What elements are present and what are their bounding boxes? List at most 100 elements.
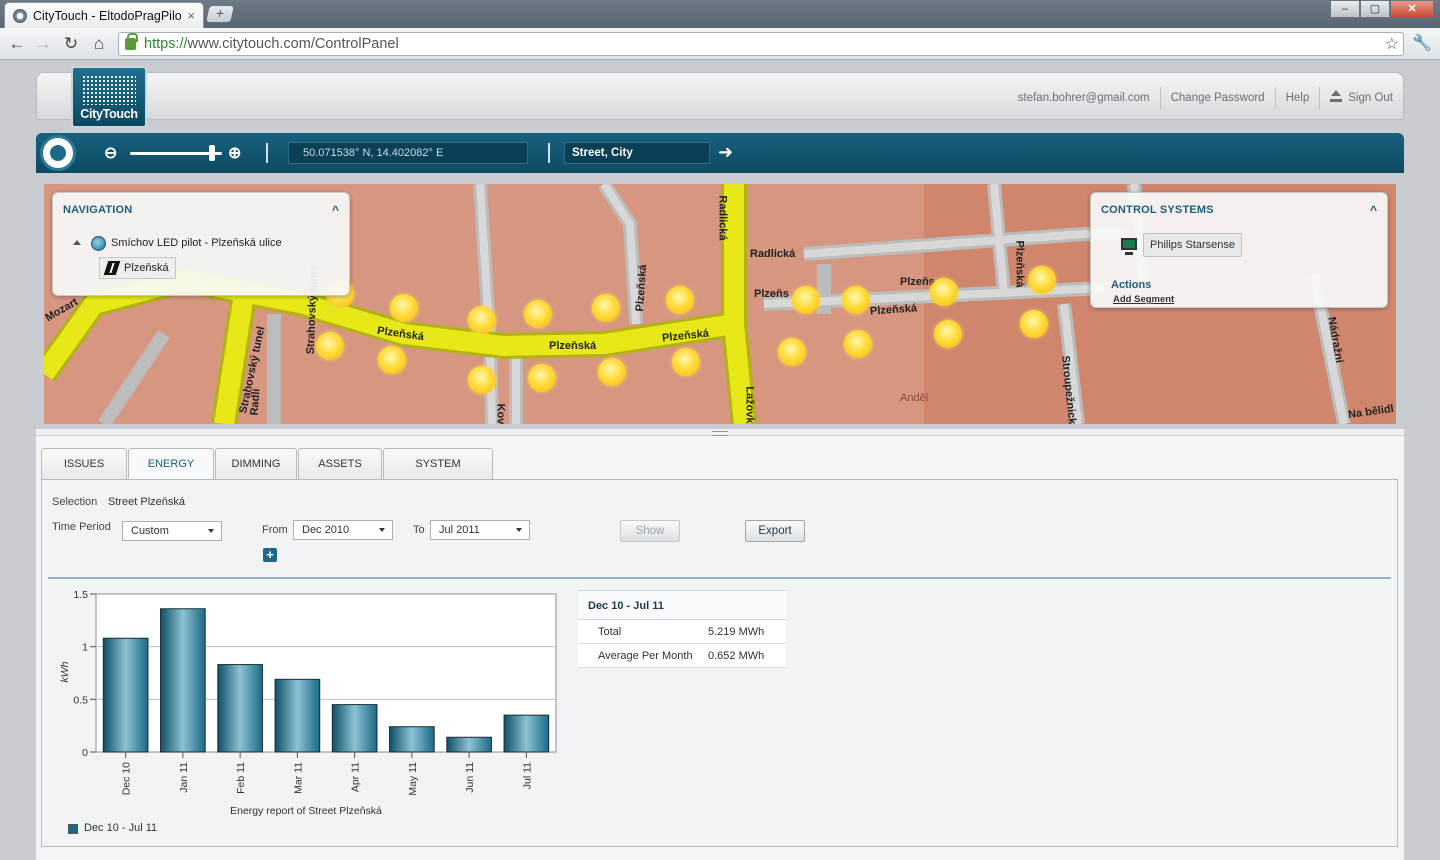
- time-period-label: Time Period: [52, 521, 111, 533]
- street-lamp-marker[interactable]: [378, 346, 406, 374]
- chart-bar[interactable]: [503, 714, 550, 753]
- panel-resize-handle[interactable]: [36, 428, 1404, 436]
- time-period-select[interactable]: Custom: [122, 521, 222, 541]
- monitor-icon: [1121, 238, 1137, 255]
- chart-bar[interactable]: [389, 726, 435, 753]
- zoom-in-icon[interactable]: ⊕: [228, 143, 241, 163]
- street-label: Plzeňská: [1013, 240, 1026, 288]
- from-date-value: Dec 2010: [302, 524, 350, 536]
- browser-tab[interactable]: CityTouch - EltodoPragPilo ×: [4, 2, 204, 28]
- chart-bar[interactable]: [160, 608, 206, 753]
- reload-icon[interactable]: ↻: [60, 33, 82, 55]
- pan-control-icon[interactable]: [40, 135, 76, 171]
- street-lamp-marker[interactable]: [468, 306, 496, 334]
- navigation-panel: NAVIGATION ^ Smíchov LED pilot - Plzeňsk…: [52, 192, 350, 296]
- street-lamp-marker[interactable]: [592, 294, 620, 322]
- sign-out-link[interactable]: Sign Out: [1319, 87, 1403, 109]
- address-bar[interactable]: https://www.citytouch.com/ControlPanel ☆: [118, 32, 1404, 56]
- zoom-slider[interactable]: [130, 145, 222, 161]
- street-label: Kov: [494, 403, 507, 424]
- tab-system-activity[interactable]: SYSTEM ACTIVITY: [383, 448, 493, 501]
- street-lamp-marker[interactable]: [1020, 310, 1048, 338]
- summary-row-value: 5.219 MWh: [708, 626, 765, 638]
- location-search-input[interactable]: Street, City: [564, 142, 710, 164]
- x-tick-label: Dec 10: [121, 762, 133, 795]
- street-lamp-marker[interactable]: [598, 358, 626, 386]
- chart-bar[interactable]: [274, 678, 321, 753]
- street-lamp-marker[interactable]: [930, 278, 958, 306]
- street-lamp-marker[interactable]: [666, 286, 694, 314]
- browser-tabstrip: CityTouch - EltodoPragPilo × + ‒ ▢ ✕: [0, 0, 1440, 28]
- forward-icon[interactable]: →: [32, 33, 54, 55]
- tab-dimming[interactable]: DIMMING: [215, 448, 297, 480]
- navigation-collapse-icon[interactable]: ^: [332, 203, 339, 217]
- tab-issues[interactable]: ISSUES: [41, 448, 127, 480]
- y-tick-label: 0.5: [73, 694, 88, 706]
- sign-out-icon: [1330, 90, 1343, 102]
- map-view[interactable]: Plzeňská Plzeňská Plzeňská Plzeňs Plzeňs…: [44, 184, 1396, 424]
- selection-label: Selection: [52, 496, 98, 508]
- street-lamp-marker[interactable]: [390, 294, 418, 322]
- street-label: Radlická: [750, 248, 796, 260]
- from-label: From: [262, 524, 288, 536]
- street-lamp-marker[interactable]: [842, 286, 870, 314]
- street-lamp-marker[interactable]: [316, 332, 344, 360]
- tree-expand-icon[interactable]: [73, 240, 81, 245]
- street-lamp-marker[interactable]: [778, 338, 806, 366]
- add-segment-link[interactable]: Add Segment: [1113, 294, 1174, 305]
- url-path: www.citytouch.com/ControlPanel: [187, 36, 399, 52]
- toolbar-divider: [548, 143, 550, 163]
- control-system-item[interactable]: Philips Starsense: [1143, 233, 1242, 257]
- chart-bar[interactable]: [217, 664, 263, 753]
- energy-summary-table: Dec 10 - Jul 11 Total 5.219 MWh Average …: [578, 590, 786, 668]
- app-header: CityTouch stefan.bohrer@gmail.com Change…: [36, 66, 1404, 128]
- tab-assets[interactable]: ASSETS: [298, 448, 382, 480]
- street-lamp-marker[interactable]: [524, 300, 552, 328]
- x-tick-label: Feb 11: [235, 762, 247, 794]
- show-button[interactable]: Show: [620, 520, 680, 542]
- to-date-select[interactable]: Jul 2011: [430, 520, 530, 540]
- home-icon[interactable]: ⌂: [88, 33, 110, 55]
- back-icon[interactable]: ←: [6, 33, 28, 55]
- citytouch-logo[interactable]: CityTouch: [71, 66, 147, 128]
- chart-bar[interactable]: [446, 736, 492, 753]
- summary-row-value: 0.652 MWh: [708, 650, 765, 662]
- add-range-icon[interactable]: +: [263, 548, 277, 562]
- street-lamp-marker[interactable]: [844, 330, 872, 358]
- user-links: stefan.bohrer@gmail.com Change Password …: [1008, 87, 1403, 109]
- tab-energy[interactable]: ENERGY: [128, 448, 214, 481]
- chart-bar[interactable]: [331, 704, 378, 753]
- export-button[interactable]: Export: [745, 520, 805, 542]
- bookmark-star-icon[interactable]: ☆: [1385, 34, 1399, 54]
- coordinates-field[interactable]: 50.071538° N, 14.402082° E: [288, 142, 528, 164]
- window-close-button[interactable]: ✕: [1390, 0, 1434, 18]
- chart-bar[interactable]: [102, 637, 149, 753]
- street-lamp-marker[interactable]: [528, 364, 556, 392]
- street-lamp-marker[interactable]: [1028, 266, 1056, 294]
- maximize-button[interactable]: ▢: [1360, 0, 1390, 18]
- y-tick-label: 0: [82, 747, 88, 759]
- chevron-down-icon: [208, 529, 214, 533]
- street-lamp-marker[interactable]: [672, 348, 700, 376]
- tab-close-icon[interactable]: ×: [187, 8, 195, 23]
- zoom-slider-thumb[interactable]: [209, 145, 216, 161]
- from-date-select[interactable]: Dec 2010: [293, 520, 393, 540]
- street-lamp-marker[interactable]: [792, 286, 820, 314]
- change-password-link[interactable]: Change Password: [1159, 87, 1275, 109]
- wrench-icon[interactable]: 🔧: [1412, 33, 1432, 53]
- tab-bar: ISSUES ENERGY DIMMING ASSETS SYSTEM ACTI…: [41, 448, 494, 501]
- minimize-button[interactable]: ‒: [1330, 0, 1360, 18]
- zoom-out-icon[interactable]: ⊖: [104, 143, 117, 163]
- street-lamp-marker[interactable]: [468, 366, 496, 394]
- logo-dots-icon: [82, 75, 136, 105]
- window-controls: ‒ ▢ ✕: [1330, 0, 1434, 18]
- street-icon: [103, 261, 121, 275]
- tree-item-project[interactable]: Smíchov LED pilot - Plzeňská ulice: [111, 237, 282, 249]
- help-link[interactable]: Help: [1274, 87, 1320, 109]
- tree-item-street[interactable]: Plzeňská: [99, 257, 176, 279]
- go-arrow-icon[interactable]: ➜: [718, 143, 736, 161]
- control-systems-collapse-icon[interactable]: ^: [1370, 203, 1377, 217]
- energy-chart: 0 0.5 1 1.5 Dec 10 Jan 11 Feb 11 Mar 11 Apr 11 M…: [59, 589, 557, 817]
- new-tab-button[interactable]: +: [206, 5, 234, 22]
- street-lamp-marker[interactable]: [934, 320, 962, 348]
